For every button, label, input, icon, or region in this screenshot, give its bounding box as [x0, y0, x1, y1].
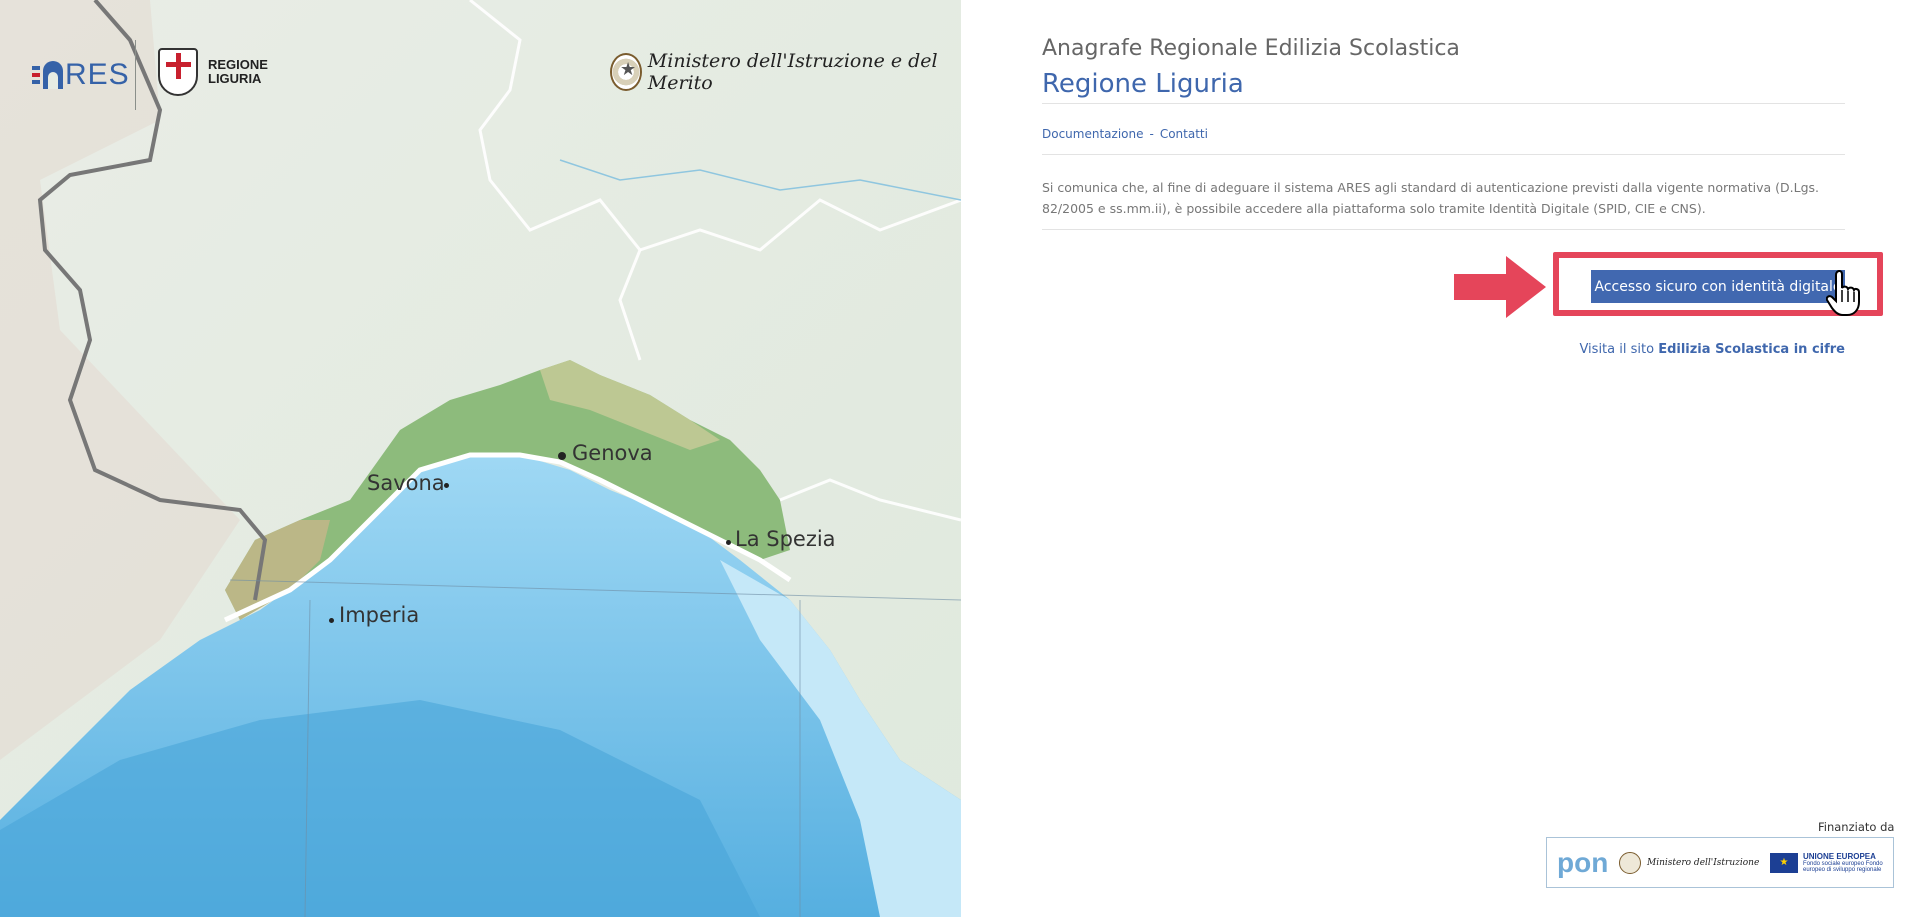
italian-emblem-icon [610, 53, 642, 91]
nav-separator: - [1149, 127, 1154, 141]
eu-flag-icon: ★ [1770, 852, 1798, 873]
genova-dot [558, 452, 566, 460]
documentazione-link[interactable]: Documentazione [1042, 127, 1143, 141]
imperia-dot [329, 618, 334, 623]
ares-bars-icon [32, 66, 40, 84]
ares-arch-icon [43, 61, 63, 89]
nav-links: Documentazione - Contatti [1042, 127, 1208, 141]
city-la-spezia: La Spezia [735, 527, 836, 551]
eu-logo: ★ UNIONE EUROPEA Fondo sociale europeo F… [1770, 852, 1883, 873]
funding-logos: pon Ministero dell'Istruzione ★ UNIONE E… [1546, 837, 1894, 888]
savona-dot [444, 483, 449, 488]
visit-prefix: Visita il sito [1579, 342, 1655, 357]
pon-logo: pon [1557, 846, 1609, 878]
city-savona: Savona [367, 471, 445, 495]
hand-cursor-icon [1826, 270, 1860, 316]
la-spezia-dot [726, 540, 731, 545]
app-subtitle: Anagrafe Regionale Edilizia Scolastica [1042, 36, 1460, 62]
italian-emblem-icon [1619, 851, 1642, 874]
visit-site-line: Visita il sito Edilizia Scolastica in ci… [1579, 342, 1845, 357]
authentication-notice: Si comunica che, al fine di adeguare il … [1042, 180, 1820, 216]
map-panel: Genova Savona La Spezia Imperia RES REGI… [0, 0, 961, 917]
contatti-link[interactable]: Contatti [1160, 127, 1208, 141]
eu-title: UNIONE EUROPEA [1803, 852, 1876, 861]
funding-ministero-logo: Ministero dell'Istruzione [1619, 851, 1760, 874]
regione-label: REGIONE [208, 57, 268, 72]
red-arrow-icon [1454, 256, 1546, 318]
ares-logo-text: RES [65, 58, 130, 91]
edilizia-scolastica-link[interactable]: Edilizia Scolastica in cifre [1658, 342, 1845, 357]
spid-login-button[interactable]: Accesso sicuro con identità digitale [1591, 270, 1845, 303]
ministero-logo: Ministero dell'Istruzione e del Merito [610, 50, 961, 94]
divider [1042, 229, 1845, 230]
ministero-label: Ministero dell'Istruzione e del Merito [647, 50, 938, 94]
eu-fund-label: Fondo sociale europeo Fondo europeo di s… [1803, 861, 1883, 873]
liguria-shield-icon [158, 48, 198, 96]
regione-liguria-logo: REGIONE LIGURIA [158, 48, 268, 96]
ares-logo: RES [32, 55, 130, 95]
city-genova: Genova [572, 441, 653, 465]
funded-by-label: Finanziato da [1818, 820, 1895, 834]
liguria-map [0, 0, 961, 917]
app-title: Regione Liguria [1042, 69, 1244, 100]
funding-ministero-label: Ministero dell'Istruzione [1647, 857, 1760, 868]
city-imperia: Imperia [339, 603, 420, 627]
divider [1042, 154, 1845, 155]
liguria-label: LIGURIA [208, 71, 262, 86]
logo-divider [135, 40, 136, 110]
divider [1042, 103, 1845, 104]
